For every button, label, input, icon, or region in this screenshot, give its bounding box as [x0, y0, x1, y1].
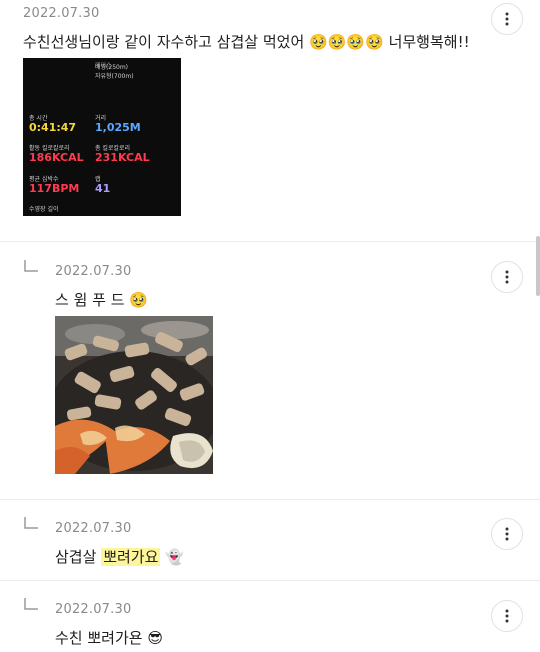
total-time-value: 0:41:47 [29, 121, 77, 134]
grilled-pork-photo[interactable] [55, 316, 213, 474]
vertical-dots-icon [505, 609, 509, 623]
comment-body: 수친선생님이랑 같이 자수하고 삼겹살 먹었어 [23, 33, 305, 51]
vertical-dots-icon [505, 12, 509, 26]
laps-value: 41 [95, 182, 111, 195]
more-options-button[interactable] [491, 261, 523, 293]
divider [0, 241, 540, 242]
comment-body: 스 윔 푸 드 [55, 291, 125, 309]
comment-body: 삼겹살 [55, 548, 97, 566]
comment-date: 2022.07.30 [55, 602, 132, 617]
pace-value: 배영(250m) [95, 64, 129, 71]
comment-body-tail: 너무행복해!! [388, 33, 470, 51]
comment-date: 2022.07.30 [55, 264, 132, 279]
emoji: 😎 [147, 629, 163, 647]
distance-value: 1,025M [95, 121, 141, 134]
comment-date: 2022.07.30 [23, 6, 100, 21]
comment-text: 스 윔 푸 드 🥹 [55, 289, 148, 310]
vertical-dots-icon [505, 270, 509, 284]
comment-text: 수친 뽀려가욘 😎 [55, 627, 163, 648]
comment-text: 수친선생님이랑 같이 자수하고 삼겹살 먹었어 🥹🥹🥹🥹 너무행복해!! [23, 31, 470, 52]
workout-summary-image[interactable]: 페이스 배영(250m) 자유형(700m) 총 시간 0:41:47 거리 1… [23, 58, 181, 216]
reply-arrow-icon [24, 260, 38, 272]
vertical-dots-icon [505, 527, 509, 541]
free-value: 자유형(700m) [95, 73, 134, 80]
more-options-button[interactable] [491, 518, 523, 550]
highlighted-text: 뽀려가요 [101, 548, 161, 566]
emoji: 👻 [165, 548, 184, 566]
comment-body: 수친 뽀려가욘 [55, 629, 143, 647]
reply-arrow-icon [24, 517, 38, 529]
total-calories-value: 231KCAL [95, 151, 150, 164]
comment-date: 2022.07.30 [55, 521, 132, 536]
more-options-button[interactable] [491, 3, 523, 35]
more-options-button[interactable] [491, 600, 523, 632]
avg-heart-rate-value: 117BPM [29, 182, 80, 195]
emoji: 🥹🥹🥹🥹 [309, 33, 384, 51]
divider [0, 580, 540, 581]
emoji: 🥹 [129, 291, 148, 309]
divider [0, 499, 540, 500]
scrollbar[interactable] [536, 236, 540, 296]
active-calories-value: 186KCAL [29, 151, 84, 164]
reply-arrow-icon [24, 598, 38, 610]
pool-length-label: 수영장 길이 [29, 206, 59, 213]
comment-text: 삼겹살 뽀려가요 👻 [55, 546, 184, 567]
